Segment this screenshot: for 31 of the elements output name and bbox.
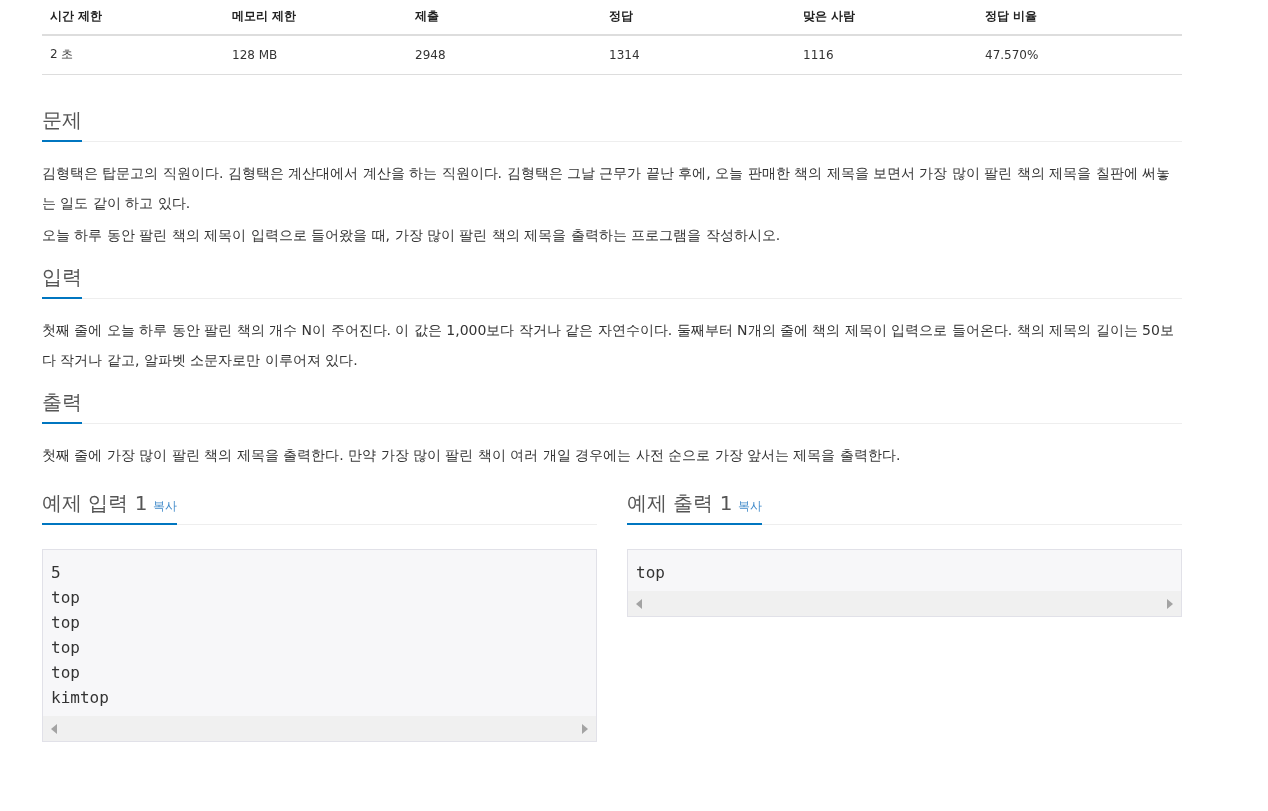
paragraph: 첫째 줄에 오늘 하루 동안 팔린 책의 개수 N이 주어진다. 이 값은 1,000보다 작거나 같은 자연수이다. 둘째부터 N개의 줄에 책의 제목이 입력으로 들어온다. 책의 제목의 길이는 50보다 작거나 같고, 알파벳 소문자로만 이루어져 있다.: [42, 321, 1175, 370]
sample-heading: 예제 출력 1: [627, 491, 733, 515]
section-heading: 입력: [42, 264, 82, 299]
horizontal-scrollbar[interactable]: [628, 591, 1181, 616]
scroll-right-icon[interactable]: [582, 723, 588, 734]
section-heading: 문제: [42, 107, 82, 142]
column-header: 정답: [601, 0, 795, 35]
column-header: 제출: [407, 0, 601, 35]
table-cell: 1314: [601, 35, 795, 75]
section-heading: 출력: [42, 389, 82, 424]
column-header: 시간 제한: [42, 0, 224, 35]
scroll-left-icon[interactable]: [636, 598, 642, 609]
table-cell: 2 초: [42, 35, 224, 75]
paragraph: 김형택은 탑문고의 직원이다. 김형택은 계산대에서 계산을 하는 직원이다. 김형택은 그날 근무가 끝난 후에, 오늘 판매한 책의 제목을 보면서 가장 많이 팔린 책의 제목을 칠판에 써놓는 일도 같이 하고 있다.: [42, 164, 1172, 213]
paragraph: 오늘 하루 동안 팔린 책의 제목이 입력으로 들어왔을 때, 가장 많이 팔린 책의 제목을 출력하는 프로그램을 작성하시오.: [42, 226, 782, 245]
column-header: 정답 비율: [977, 0, 1182, 35]
copy-link[interactable]: 복사: [738, 499, 763, 513]
code-text: 5 top top top top kimtop: [50, 562, 110, 709]
table-cell: 2948: [407, 35, 601, 75]
sample-heading: 예제 입력 1: [42, 491, 148, 515]
copy-link[interactable]: 복사: [153, 499, 178, 513]
scroll-left-icon[interactable]: [51, 723, 57, 734]
scroll-right-icon[interactable]: [1167, 598, 1173, 609]
column-header: 맞은 사람: [795, 0, 977, 35]
column-header: 메모리 제한: [224, 0, 407, 35]
paragraph: 첫째 줄에 가장 많이 팔린 책의 제목을 출력한다. 만약 가장 많이 팔린 책이 여러 개일 경우에는 사전 순으로 가장 앞서는 제목을 출력한다.: [42, 446, 902, 465]
code-text: top: [635, 562, 666, 584]
horizontal-scrollbar[interactable]: [43, 716, 596, 741]
table-cell: 47.570%: [977, 35, 1182, 75]
table-cell: 128 MB: [224, 35, 407, 75]
table-cell: 1116: [795, 35, 977, 75]
